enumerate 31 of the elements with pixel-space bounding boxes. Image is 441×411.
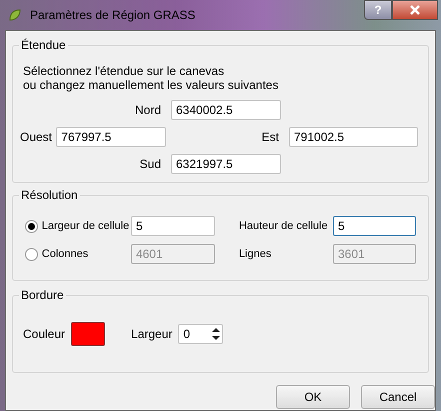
north-field[interactable]: 6340002.5 — [171, 100, 281, 120]
color-swatch-button[interactable] — [71, 322, 106, 346]
group-title: Résolution — [19, 188, 80, 202]
radio-label: Largeur de cellule — [42, 218, 130, 234]
close-icon — [410, 5, 420, 15]
radio-button[interactable] — [25, 220, 38, 232]
field-label: Est — [260, 129, 280, 146]
spin-arrows-icon[interactable] — [210, 326, 222, 342]
field-label: Sud — [138, 156, 162, 173]
south-field[interactable]: 6321997.5 — [171, 154, 281, 174]
instructions-text: Sélectionnez l'étendue sur le canevas ou changez manuellement les valeurs suivantes — [23, 64, 280, 92]
dialog-button[interactable]: OK — [276, 385, 350, 409]
width-label: Largeur — [131, 326, 172, 343]
leaf-icon — [8, 8, 22, 22]
color-label: Couleur — [23, 326, 66, 343]
field-label: Nord — [134, 102, 162, 119]
close-button[interactable] — [392, 0, 438, 20]
width-spinbox[interactable]: 0 — [178, 324, 224, 344]
radio-label: Colonnes — [42, 246, 90, 262]
spinbox-value: 0 — [182, 326, 192, 343]
group-title: Bordure — [19, 288, 66, 302]
field-label: Lignes — [238, 246, 272, 262]
group-title: Étendue — [19, 38, 68, 52]
dialog-button[interactable]: Cancel — [361, 385, 435, 409]
west-field[interactable]: 767997.5 — [56, 127, 166, 147]
east-field[interactable]: 791002.5 — [289, 127, 418, 147]
value-field[interactable]: 5 — [130, 216, 215, 236]
window-title: Paramètres de Région GRASS — [30, 7, 196, 24]
value-field[interactable]: 5 — [333, 216, 416, 236]
field-label: Hauteur de cellule — [238, 218, 329, 234]
field-label: Ouest — [20, 129, 54, 146]
